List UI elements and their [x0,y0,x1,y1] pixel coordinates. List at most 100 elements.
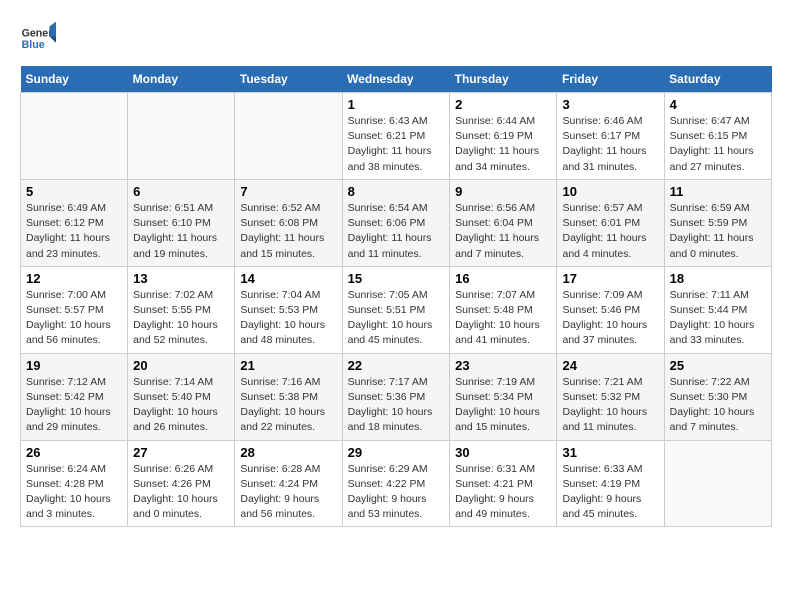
day-number: 20 [133,358,229,373]
day-number: 5 [26,184,122,199]
calendar-cell: 18 Sunrise: 7:11 AM Sunset: 5:44 PM Dayli… [664,266,771,353]
day-number: 26 [26,445,122,460]
day-number: 8 [348,184,445,199]
calendar-week-row: 1 Sunrise: 6:43 AM Sunset: 6:21 PM Daylig… [21,93,772,180]
day-number: 18 [670,271,766,286]
calendar-cell: 31Sunrise: 6:33 AM Sunset: 4:19 PM Dayli… [557,440,664,527]
day-header-tuesday: Tuesday [235,66,342,93]
calendar-cell: 2Sunrise: 6:44 AM Sunset: 6:19 PM Daylig… [450,93,557,180]
day-info: Sunrise: 6:51 AM Sunset: 6:10 PM Dayligh… [133,201,229,262]
day-number: 15 [348,271,445,286]
calendar-cell: 7 Sunrise: 6:52 AM Sunset: 6:08 PM Daylig… [235,179,342,266]
calendar-cell: 19 Sunrise: 7:12 AM Sunset: 5:42 PM Dayli… [21,353,128,440]
calendar-cell: 29 Sunrise: 6:29 AM Sunset: 4:22 PM Dayli… [342,440,450,527]
calendar-cell: 3 Sunrise: 6:46 AM Sunset: 6:17 PM Daylig… [557,93,664,180]
calendar-cell [235,93,342,180]
day-info: Sunrise: 7:19 AM Sunset: 5:34 PM Dayligh… [455,375,551,436]
day-info: Sunrise: 6:28 AM Sunset: 4:24 PM Dayligh… [240,462,336,523]
day-info: Sunrise: 6:29 AM Sunset: 4:22 PM Dayligh… [348,462,445,523]
calendar-cell: 1 Sunrise: 6:43 AM Sunset: 6:21 PM Daylig… [342,93,450,180]
day-info: Sunrise: 6:59 AM Sunset: 5:59 PM Dayligh… [670,201,766,262]
day-info: Sunrise: 7:02 AM Sunset: 5:55 PM Dayligh… [133,288,229,349]
calendar-cell: 11 Sunrise: 6:59 AM Sunset: 5:59 PM Dayli… [664,179,771,266]
calendar-cell: 22 Sunrise: 7:17 AM Sunset: 5:36 PM Dayli… [342,353,450,440]
calendar-week-row: 5 Sunrise: 6:49 AM Sunset: 6:12 PM Daylig… [21,179,772,266]
calendar-cell: 9Sunrise: 6:56 AM Sunset: 6:04 PM Daylig… [450,179,557,266]
day-info: Sunrise: 7:05 AM Sunset: 5:51 PM Dayligh… [348,288,445,349]
day-info: Sunrise: 6:57 AM Sunset: 6:01 PM Dayligh… [562,201,658,262]
day-info: Sunrise: 6:33 AM Sunset: 4:19 PM Dayligh… [562,462,658,523]
day-number: 19 [26,358,122,373]
calendar-cell: 13 Sunrise: 7:02 AM Sunset: 5:55 PM Dayli… [128,266,235,353]
day-info: Sunrise: 7:17 AM Sunset: 5:36 PM Dayligh… [348,375,445,436]
day-header-saturday: Saturday [664,66,771,93]
day-info: Sunrise: 7:09 AM Sunset: 5:46 PM Dayligh… [562,288,658,349]
day-number: 14 [240,271,336,286]
day-number: 27 [133,445,229,460]
day-number: 23 [455,358,551,373]
calendar-cell: 12 Sunrise: 7:00 AM Sunset: 5:57 PM Dayli… [21,266,128,353]
calendar-cell: 14Sunrise: 7:04 AM Sunset: 5:53 PM Dayli… [235,266,342,353]
day-number: 16 [455,271,551,286]
calendar-table: SundayMondayTuesdayWednesdayThursdayFrid… [20,66,772,527]
day-number: 7 [240,184,336,199]
day-info: Sunrise: 6:46 AM Sunset: 6:17 PM Dayligh… [562,114,658,175]
calendar-week-row: 26 Sunrise: 6:24 AM Sunset: 4:28 PM Dayli… [21,440,772,527]
calendar-cell: 27 Sunrise: 6:26 AM Sunset: 4:26 PM Dayli… [128,440,235,527]
day-info: Sunrise: 6:24 AM Sunset: 4:28 PM Dayligh… [26,462,122,523]
day-info: Sunrise: 7:14 AM Sunset: 5:40 PM Dayligh… [133,375,229,436]
day-number: 6 [133,184,229,199]
day-number: 9 [455,184,551,199]
day-number: 3 [562,97,658,112]
day-number: 4 [670,97,766,112]
calendar-header-row: SundayMondayTuesdayWednesdayThursdayFrid… [21,66,772,93]
day-info: Sunrise: 6:26 AM Sunset: 4:26 PM Dayligh… [133,462,229,523]
calendar-cell: 30Sunrise: 6:31 AM Sunset: 4:21 PM Dayli… [450,440,557,527]
calendar-cell: 21 Sunrise: 7:16 AM Sunset: 5:38 PM Dayli… [235,353,342,440]
calendar-cell [128,93,235,180]
page-header: General Blue [20,20,772,56]
calendar-cell [664,440,771,527]
day-number: 28 [240,445,336,460]
day-header-friday: Friday [557,66,664,93]
calendar-cell: 25 Sunrise: 7:22 AM Sunset: 5:30 PM Dayli… [664,353,771,440]
calendar-cell: 6 Sunrise: 6:51 AM Sunset: 6:10 PM Daylig… [128,179,235,266]
svg-text:Blue: Blue [22,39,45,51]
logo-icon: General Blue [20,20,56,56]
day-info: Sunrise: 6:31 AM Sunset: 4:21 PM Dayligh… [455,462,551,523]
day-number: 1 [348,97,445,112]
day-info: Sunrise: 7:00 AM Sunset: 5:57 PM Dayligh… [26,288,122,349]
calendar-cell: 26 Sunrise: 6:24 AM Sunset: 4:28 PM Dayli… [21,440,128,527]
day-number: 22 [348,358,445,373]
day-number: 25 [670,358,766,373]
day-info: Sunrise: 7:21 AM Sunset: 5:32 PM Dayligh… [562,375,658,436]
day-number: 21 [240,358,336,373]
day-info: Sunrise: 7:12 AM Sunset: 5:42 PM Dayligh… [26,375,122,436]
day-header-thursday: Thursday [450,66,557,93]
calendar-cell: 5 Sunrise: 6:49 AM Sunset: 6:12 PM Daylig… [21,179,128,266]
day-info: Sunrise: 6:54 AM Sunset: 6:06 PM Dayligh… [348,201,445,262]
day-number: 24 [562,358,658,373]
day-info: Sunrise: 7:16 AM Sunset: 5:38 PM Dayligh… [240,375,336,436]
calendar-cell: 8 Sunrise: 6:54 AM Sunset: 6:06 PM Daylig… [342,179,450,266]
day-number: 10 [562,184,658,199]
day-header-sunday: Sunday [21,66,128,93]
calendar-cell: 10 Sunrise: 6:57 AM Sunset: 6:01 PM Dayli… [557,179,664,266]
day-number: 29 [348,445,445,460]
day-info: Sunrise: 6:43 AM Sunset: 6:21 PM Dayligh… [348,114,445,175]
day-number: 13 [133,271,229,286]
day-info: Sunrise: 7:11 AM Sunset: 5:44 PM Dayligh… [670,288,766,349]
day-info: Sunrise: 7:22 AM Sunset: 5:30 PM Dayligh… [670,375,766,436]
calendar-cell: 23 Sunrise: 7:19 AM Sunset: 5:34 PM Dayli… [450,353,557,440]
day-header-wednesday: Wednesday [342,66,450,93]
day-info: Sunrise: 6:49 AM Sunset: 6:12 PM Dayligh… [26,201,122,262]
calendar-cell: 15 Sunrise: 7:05 AM Sunset: 5:51 PM Dayli… [342,266,450,353]
day-info: Sunrise: 6:47 AM Sunset: 6:15 PM Dayligh… [670,114,766,175]
calendar-cell: 17 Sunrise: 7:09 AM Sunset: 5:46 PM Dayli… [557,266,664,353]
day-number: 12 [26,271,122,286]
day-number: 11 [670,184,766,199]
day-info: Sunrise: 6:52 AM Sunset: 6:08 PM Dayligh… [240,201,336,262]
calendar-cell: 4 Sunrise: 6:47 AM Sunset: 6:15 PM Daylig… [664,93,771,180]
day-number: 17 [562,271,658,286]
calendar-week-row: 19 Sunrise: 7:12 AM Sunset: 5:42 PM Dayli… [21,353,772,440]
